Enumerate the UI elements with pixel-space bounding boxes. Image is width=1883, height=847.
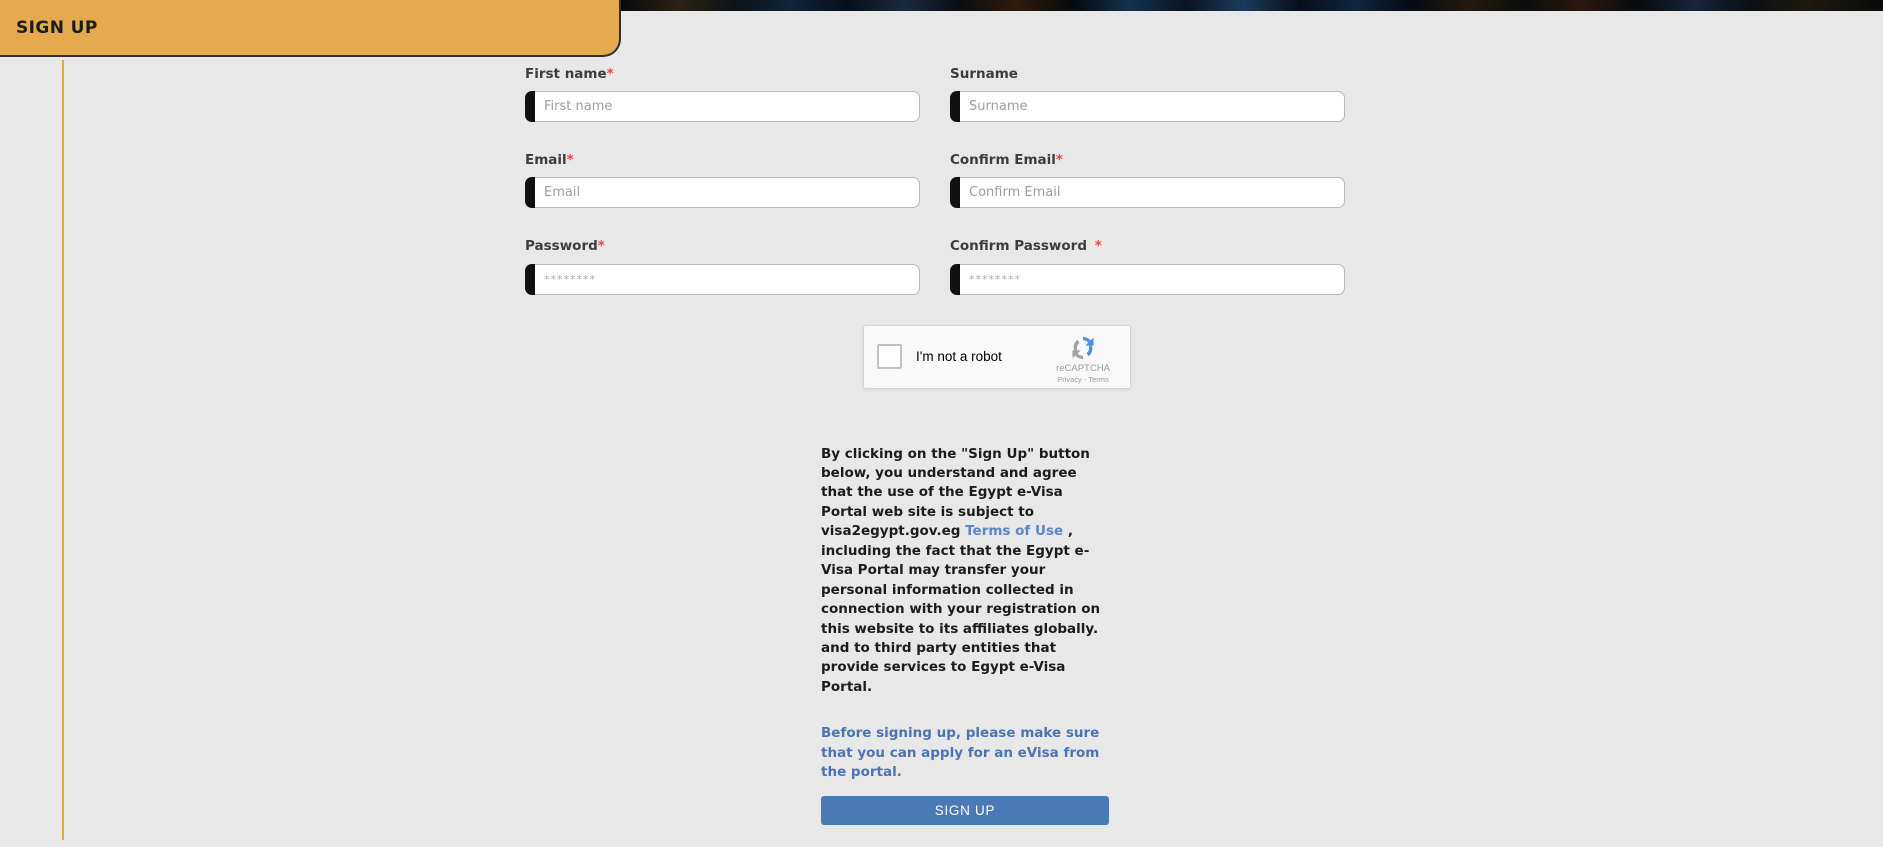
field-first-name: First name*	[525, 66, 920, 123]
label-password: Password*	[525, 238, 920, 254]
page-title: SIGN UP	[16, 17, 98, 38]
signup-form: First name* Surname Email* Confirm Email…	[525, 66, 1345, 825]
label-confirm-email: Confirm Email*	[950, 152, 1345, 168]
label-surname: Surname	[950, 66, 1345, 82]
recaptcha-checkbox[interactable]	[877, 344, 902, 370]
form-row-password: Password* Confirm Password *	[525, 238, 1345, 295]
input-accent-bar	[950, 263, 960, 295]
input-wrap-surname	[950, 91, 1345, 123]
input-accent-bar	[525, 91, 535, 123]
left-vertical-rule	[62, 60, 64, 840]
surname-input[interactable]	[950, 91, 1345, 123]
required-asterisk: *	[606, 66, 614, 82]
recaptcha-separator: -	[1083, 375, 1087, 384]
recaptcha-privacy-link[interactable]: Privacy	[1057, 375, 1082, 384]
input-accent-bar	[525, 263, 535, 295]
recaptcha-legal-links: Privacy - Terms	[1045, 375, 1121, 384]
input-accent-bar	[950, 91, 960, 123]
input-wrap-confirm-password	[950, 263, 1345, 295]
input-wrap-first-name	[525, 91, 920, 123]
confirm-password-input[interactable]	[950, 263, 1345, 295]
input-wrap-password	[525, 263, 920, 295]
label-email-text: Email	[525, 152, 567, 169]
legal-agreement-text: By clicking on the "Sign Up" button belo…	[821, 445, 1109, 698]
label-email: Email*	[525, 152, 920, 168]
recaptcha-terms-link[interactable]: Terms	[1088, 375, 1108, 384]
form-row-email: Email* Confirm Email*	[525, 152, 1345, 209]
password-input[interactable]	[525, 263, 920, 295]
recaptcha-widget[interactable]: I'm not a robot reCAPTCHA Privacy - Term…	[863, 324, 1131, 389]
evisa-eligibility-notice: Before signing up, please make sure that…	[821, 725, 1100, 781]
label-confirm-password-text: Confirm Password	[950, 238, 1092, 255]
label-first-name: First name*	[525, 66, 920, 82]
agreement-block: By clicking on the "Sign Up" button belo…	[821, 445, 1109, 825]
captcha-zone: I'm not a robot reCAPTCHA Privacy - Term…	[863, 324, 1345, 389]
signup-tab-header: SIGN UP	[0, 0, 621, 57]
input-accent-bar	[950, 177, 960, 209]
label-surname-text: Surname	[950, 66, 1018, 82]
required-asterisk: *	[1055, 152, 1063, 169]
terms-of-use-link[interactable]: Terms of Use	[965, 523, 1063, 539]
recaptcha-arrows-icon	[1072, 336, 1094, 359]
field-email: Email*	[525, 152, 920, 209]
email-input[interactable]	[525, 177, 920, 209]
sign-up-button[interactable]: SIGN UP	[821, 795, 1109, 825]
confirm-email-input[interactable]	[950, 177, 1345, 209]
field-password: Password*	[525, 238, 920, 295]
label-confirm-password: Confirm Password *	[950, 238, 1345, 254]
legal-text-part-two: , including the fact that the Egypt e-Vi…	[821, 523, 1101, 695]
required-asterisk: *	[566, 152, 574, 169]
required-asterisk: *	[597, 238, 605, 255]
form-row-name: First name* Surname	[525, 66, 1345, 123]
field-surname: Surname	[950, 66, 1345, 123]
recaptcha-label: I'm not a robot	[916, 349, 1002, 365]
first-name-input[interactable]	[525, 91, 920, 123]
input-wrap-email	[525, 177, 920, 209]
recaptcha-brand-name: reCAPTCHA	[1056, 362, 1110, 374]
field-confirm-password: Confirm Password *	[950, 238, 1345, 295]
recaptcha-branding: reCAPTCHA Privacy - Terms	[1045, 333, 1121, 384]
input-accent-bar	[525, 177, 535, 209]
field-confirm-email: Confirm Email*	[950, 152, 1345, 209]
label-password-text: Password	[525, 238, 598, 255]
input-wrap-confirm-email	[950, 177, 1345, 209]
label-confirm-email-text: Confirm Email	[950, 152, 1056, 169]
required-asterisk: *	[1094, 238, 1102, 255]
label-first-name-text: First name	[525, 66, 607, 82]
